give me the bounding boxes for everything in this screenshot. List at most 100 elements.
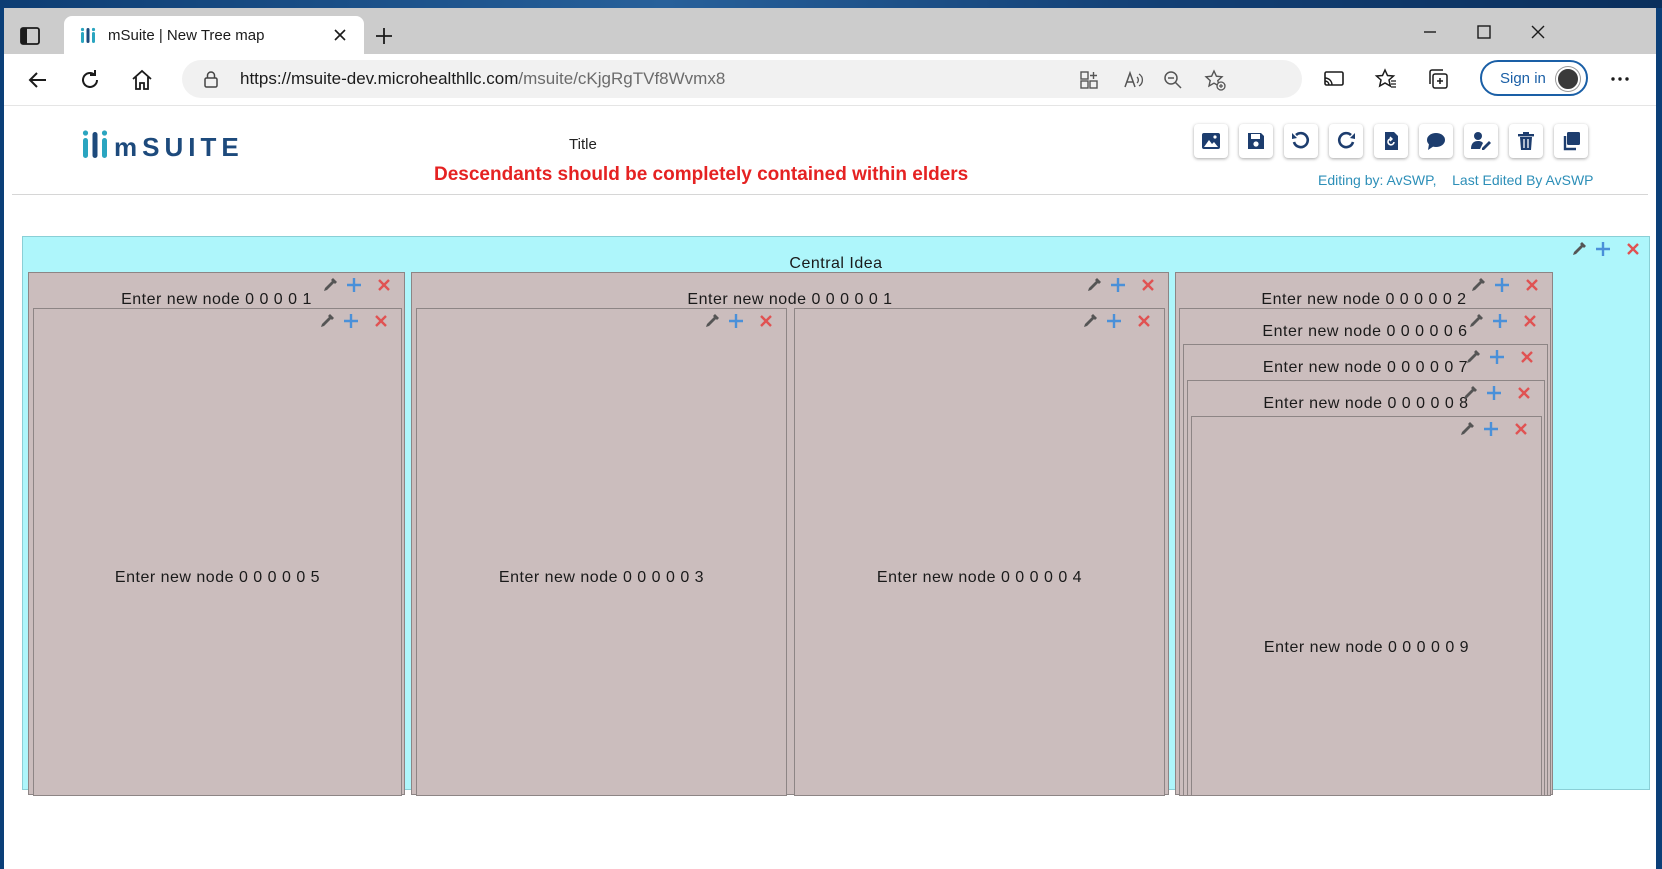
edit-users-button[interactable]: [1464, 124, 1498, 158]
tab-bar: mSuite | New Tree map: [4, 8, 1656, 54]
delete-node-icon[interactable]: [1524, 277, 1540, 293]
treemap-node-000009[interactable]: Enter new node 0 0 0 0 0 9: [1191, 416, 1542, 796]
add-node-icon[interactable]: [1489, 349, 1505, 365]
more-menu-icon[interactable]: [1608, 67, 1632, 91]
user-edit-icon: [1471, 132, 1491, 150]
redo-button[interactable]: [1329, 124, 1363, 158]
refresh-icon[interactable]: [78, 68, 102, 92]
undo-button[interactable]: [1284, 124, 1318, 158]
close-tab-icon[interactable]: [332, 27, 348, 43]
favorites-icon[interactable]: [1374, 67, 1398, 91]
save-button[interactable]: [1239, 124, 1273, 158]
color-picker-icon[interactable]: [1571, 241, 1587, 257]
tab-title: mSuite | New Tree map: [108, 27, 265, 44]
node-tools: [704, 313, 780, 331]
color-picker-icon[interactable]: [322, 277, 338, 293]
tab-actions-icon[interactable]: [18, 24, 42, 48]
add-node-icon[interactable]: [1110, 277, 1126, 293]
node-label[interactable]: Enter new node 0 0 0 0 0 3: [417, 569, 786, 587]
color-picker-icon[interactable]: [1082, 313, 1098, 329]
minimize-icon[interactable]: [1420, 22, 1440, 42]
treemap-node-000004[interactable]: Enter new node 0 0 0 0 0 4: [794, 308, 1165, 796]
node-tools: [319, 313, 395, 331]
delete-node-icon[interactable]: [376, 277, 392, 293]
lock-icon[interactable]: [202, 70, 220, 88]
close-window-icon[interactable]: [1528, 22, 1548, 42]
home-icon[interactable]: [130, 68, 154, 92]
treemap-root-central-idea[interactable]: Central Idea Enter new node 0 0 0 0 1 En…: [22, 236, 1650, 796]
new-tab-icon[interactable]: [374, 26, 394, 46]
save-icon: [1248, 133, 1264, 149]
add-node-icon[interactable]: [1492, 313, 1508, 329]
maximize-icon[interactable]: [1474, 22, 1494, 42]
map-title-label[interactable]: Title: [569, 136, 597, 153]
add-node-icon[interactable]: [346, 277, 362, 293]
color-picker-icon[interactable]: [1462, 385, 1478, 401]
warning-message: Descendants should be completely contain…: [434, 164, 969, 185]
treemap-node-000003[interactable]: Enter new node 0 0 0 0 0 3: [416, 308, 787, 796]
zoom-out-icon[interactable]: [1162, 69, 1184, 91]
color-picker-icon[interactable]: [1459, 421, 1475, 437]
add-favorite-icon[interactable]: [1204, 69, 1226, 91]
node-label[interactable]: Enter new node 0 0 0 0 0 4: [795, 569, 1164, 587]
profile-avatar: [1556, 67, 1580, 91]
delete-map-button[interactable]: [1509, 124, 1543, 158]
node-label[interactable]: Central Idea: [23, 255, 1649, 273]
color-picker-icon[interactable]: [1470, 277, 1486, 293]
delete-node-icon[interactable]: [1522, 313, 1538, 329]
add-node-icon[interactable]: [343, 313, 359, 329]
node-tools: [1086, 277, 1162, 295]
header-divider: [12, 194, 1648, 195]
delete-node-icon[interactable]: [373, 313, 389, 329]
color-picker-icon[interactable]: [1465, 349, 1481, 365]
treemap-node-000005[interactable]: Enter new node 0 0 0 0 0 5: [33, 308, 402, 796]
add-node-icon[interactable]: [1595, 241, 1611, 257]
treemap-node-000001[interactable]: Enter new node 0 0 0 0 0 1 Enter new nod…: [411, 272, 1169, 796]
delete-node-icon[interactable]: [758, 313, 774, 329]
comments-button[interactable]: [1419, 124, 1453, 158]
cast-icon[interactable]: [1322, 67, 1346, 91]
copy-icon: [1563, 132, 1580, 151]
delete-node-icon[interactable]: [1136, 313, 1152, 329]
delete-node-icon[interactable]: [1140, 277, 1156, 293]
treemap-node-00001[interactable]: Enter new node 0 0 0 0 1 Enter new node …: [28, 272, 405, 796]
logo-text: mSUITE: [114, 132, 244, 162]
sign-in-button[interactable]: Sign in: [1480, 60, 1588, 96]
node-label[interactable]: Enter new node 0 0 0 0 0 5: [34, 569, 401, 587]
editing-by-text: Editing by: AvSWP,: [1318, 172, 1437, 188]
active-tab[interactable]: mSuite | New Tree map: [64, 16, 364, 54]
treemap-node-000008[interactable]: Enter new node 0 0 0 0 0 8 Enter new nod…: [1187, 380, 1545, 796]
add-node-icon[interactable]: [1106, 313, 1122, 329]
delete-node-icon[interactable]: [1513, 421, 1529, 437]
color-picker-icon[interactable]: [1086, 277, 1102, 293]
add-node-icon[interactable]: [1494, 277, 1510, 293]
node-label[interactable]: Enter new node 0 0 0 0 0 1: [412, 291, 1168, 309]
read-aloud-icon[interactable]: [1122, 69, 1144, 91]
add-node-icon[interactable]: [1483, 421, 1499, 437]
node-tools: [1468, 313, 1544, 331]
color-picker-icon[interactable]: [1468, 313, 1484, 329]
add-node-icon[interactable]: [1486, 385, 1502, 401]
node-tools: [1465, 349, 1541, 367]
delete-node-icon[interactable]: [1625, 241, 1641, 257]
collections-icon[interactable]: [1426, 67, 1450, 91]
treemap-node-000002[interactable]: Enter new node 0 0 0 0 0 2 Enter new nod…: [1175, 272, 1553, 796]
node-label[interactable]: Enter new node 0 0 0 0 0 9: [1192, 639, 1541, 657]
color-picker-icon[interactable]: [319, 313, 335, 329]
app-available-icon[interactable]: [1078, 69, 1100, 91]
duplicate-button[interactable]: [1554, 124, 1588, 158]
address-bar[interactable]: https://msuite-dev.microhealthllc.com/ms…: [182, 60, 1302, 98]
app-header: mSUITE Title Descendants should be compl…: [4, 106, 1656, 201]
treemap-node-000006[interactable]: Enter new node 0 0 0 0 0 6 Enter new nod…: [1179, 308, 1551, 796]
msuite-logo-icon: [82, 130, 108, 158]
add-node-icon[interactable]: [728, 313, 744, 329]
color-picker-icon[interactable]: [704, 313, 720, 329]
delete-node-icon[interactable]: [1516, 385, 1532, 401]
export-image-button[interactable]: [1194, 124, 1228, 158]
restore-button[interactable]: [1374, 124, 1408, 158]
delete-node-icon[interactable]: [1519, 349, 1535, 365]
comment-icon: [1427, 133, 1445, 150]
treemap-node-000007[interactable]: Enter new node 0 0 0 0 0 7 Enter new nod…: [1183, 344, 1548, 796]
url-text[interactable]: https://msuite-dev.microhealthllc.com/ms…: [240, 69, 725, 89]
back-arrow-icon[interactable]: [26, 68, 50, 92]
